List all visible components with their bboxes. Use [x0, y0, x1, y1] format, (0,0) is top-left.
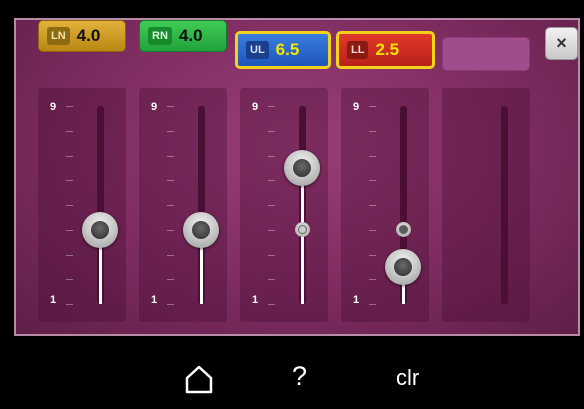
- slider-tick: [268, 130, 275, 132]
- slider-reference-marker: [294, 222, 310, 238]
- slider-min-label: 1: [353, 294, 360, 306]
- slider-tick: [66, 254, 73, 256]
- slider-tick: [66, 229, 73, 231]
- close-button[interactable]: ×: [545, 27, 578, 60]
- slider-max-label: 9: [151, 101, 158, 113]
- slider-ln[interactable]: 9 1: [38, 88, 126, 322]
- close-icon: ×: [556, 33, 567, 53]
- slider-tick: [268, 304, 275, 305]
- slider-groove: [501, 106, 508, 304]
- slider-tick: [268, 229, 275, 231]
- slider-tick: [66, 279, 73, 281]
- home-icon[interactable]: [184, 364, 214, 394]
- tab-rn-tag: RN: [148, 27, 172, 45]
- clear-button[interactable]: clr: [396, 365, 419, 391]
- slider-tick: [167, 205, 174, 206]
- slider-tick: [369, 130, 376, 132]
- slider-max-label: 9: [252, 101, 259, 113]
- slider-tick: [167, 106, 174, 107]
- slider-knob[interactable]: [183, 211, 219, 248]
- slider-tick: [66, 180, 73, 182]
- slider-knob[interactable]: [385, 248, 421, 285]
- tab-ll-value: 2.5: [375, 40, 400, 59]
- tab-ll-tag: LL: [347, 41, 369, 59]
- slider-tick: [66, 130, 73, 132]
- slider-rn[interactable]: 9 1: [139, 88, 227, 322]
- slider-max-label: 9: [353, 101, 360, 113]
- slider-tick: [369, 304, 376, 305]
- tab-ln-value: 4.0: [76, 26, 101, 45]
- bottom-nav-bar: ? clr: [0, 341, 584, 409]
- tab-ul-tag: UL: [246, 41, 269, 59]
- tab-ul[interactable]: UL 6.5: [235, 31, 331, 69]
- slider-tick: [268, 279, 275, 281]
- slider-ul[interactable]: 9 1: [240, 88, 328, 322]
- slider-ll[interactable]: 9 1: [341, 88, 429, 322]
- slider-tick: [369, 205, 376, 206]
- tab-rn[interactable]: RN 4.0: [139, 20, 227, 52]
- slider-tick: [167, 304, 174, 305]
- slider-tick: [369, 155, 376, 157]
- slider-tick: [369, 254, 376, 256]
- slider-tick: [268, 205, 275, 206]
- tab-ln-tag: LN: [47, 27, 70, 45]
- slider-min-label: 1: [50, 294, 57, 306]
- slider-reference-marker: [395, 222, 411, 238]
- tab-rn-value: 4.0: [178, 26, 203, 45]
- slider-min-label: 1: [151, 294, 158, 306]
- slider-tick: [167, 229, 174, 231]
- slider-tick: [167, 279, 174, 281]
- tab-ul-value: 6.5: [275, 40, 300, 59]
- slider-tick: [369, 180, 376, 182]
- slider-tick: [167, 130, 174, 132]
- slider-min-label: 1: [252, 294, 259, 306]
- slider-tick: [369, 279, 376, 281]
- slider-tick: [268, 180, 275, 182]
- slider-tick: [66, 106, 73, 107]
- slider-max-label: 9: [50, 101, 57, 113]
- tab-ln[interactable]: LN 4.0: [38, 20, 126, 52]
- slider-tick: [268, 106, 275, 107]
- slider-tick: [66, 304, 73, 305]
- slider-tick: [66, 205, 73, 206]
- slider-tick: [167, 155, 174, 157]
- tab-ll[interactable]: LL 2.5: [336, 31, 435, 69]
- slider-tick: [167, 180, 174, 182]
- slider-tick: [66, 155, 73, 157]
- tab-empty-slot[interactable]: [442, 37, 530, 71]
- help-button[interactable]: ?: [292, 361, 307, 392]
- slider-tick: [268, 155, 275, 157]
- slider-empty: [442, 88, 530, 322]
- slider-tick: [369, 106, 376, 107]
- slider-knob[interactable]: [284, 149, 320, 186]
- slider-knob[interactable]: [82, 211, 118, 248]
- slider-tick: [268, 254, 275, 256]
- slider-tick: [369, 229, 376, 231]
- slider-tick: [167, 254, 174, 256]
